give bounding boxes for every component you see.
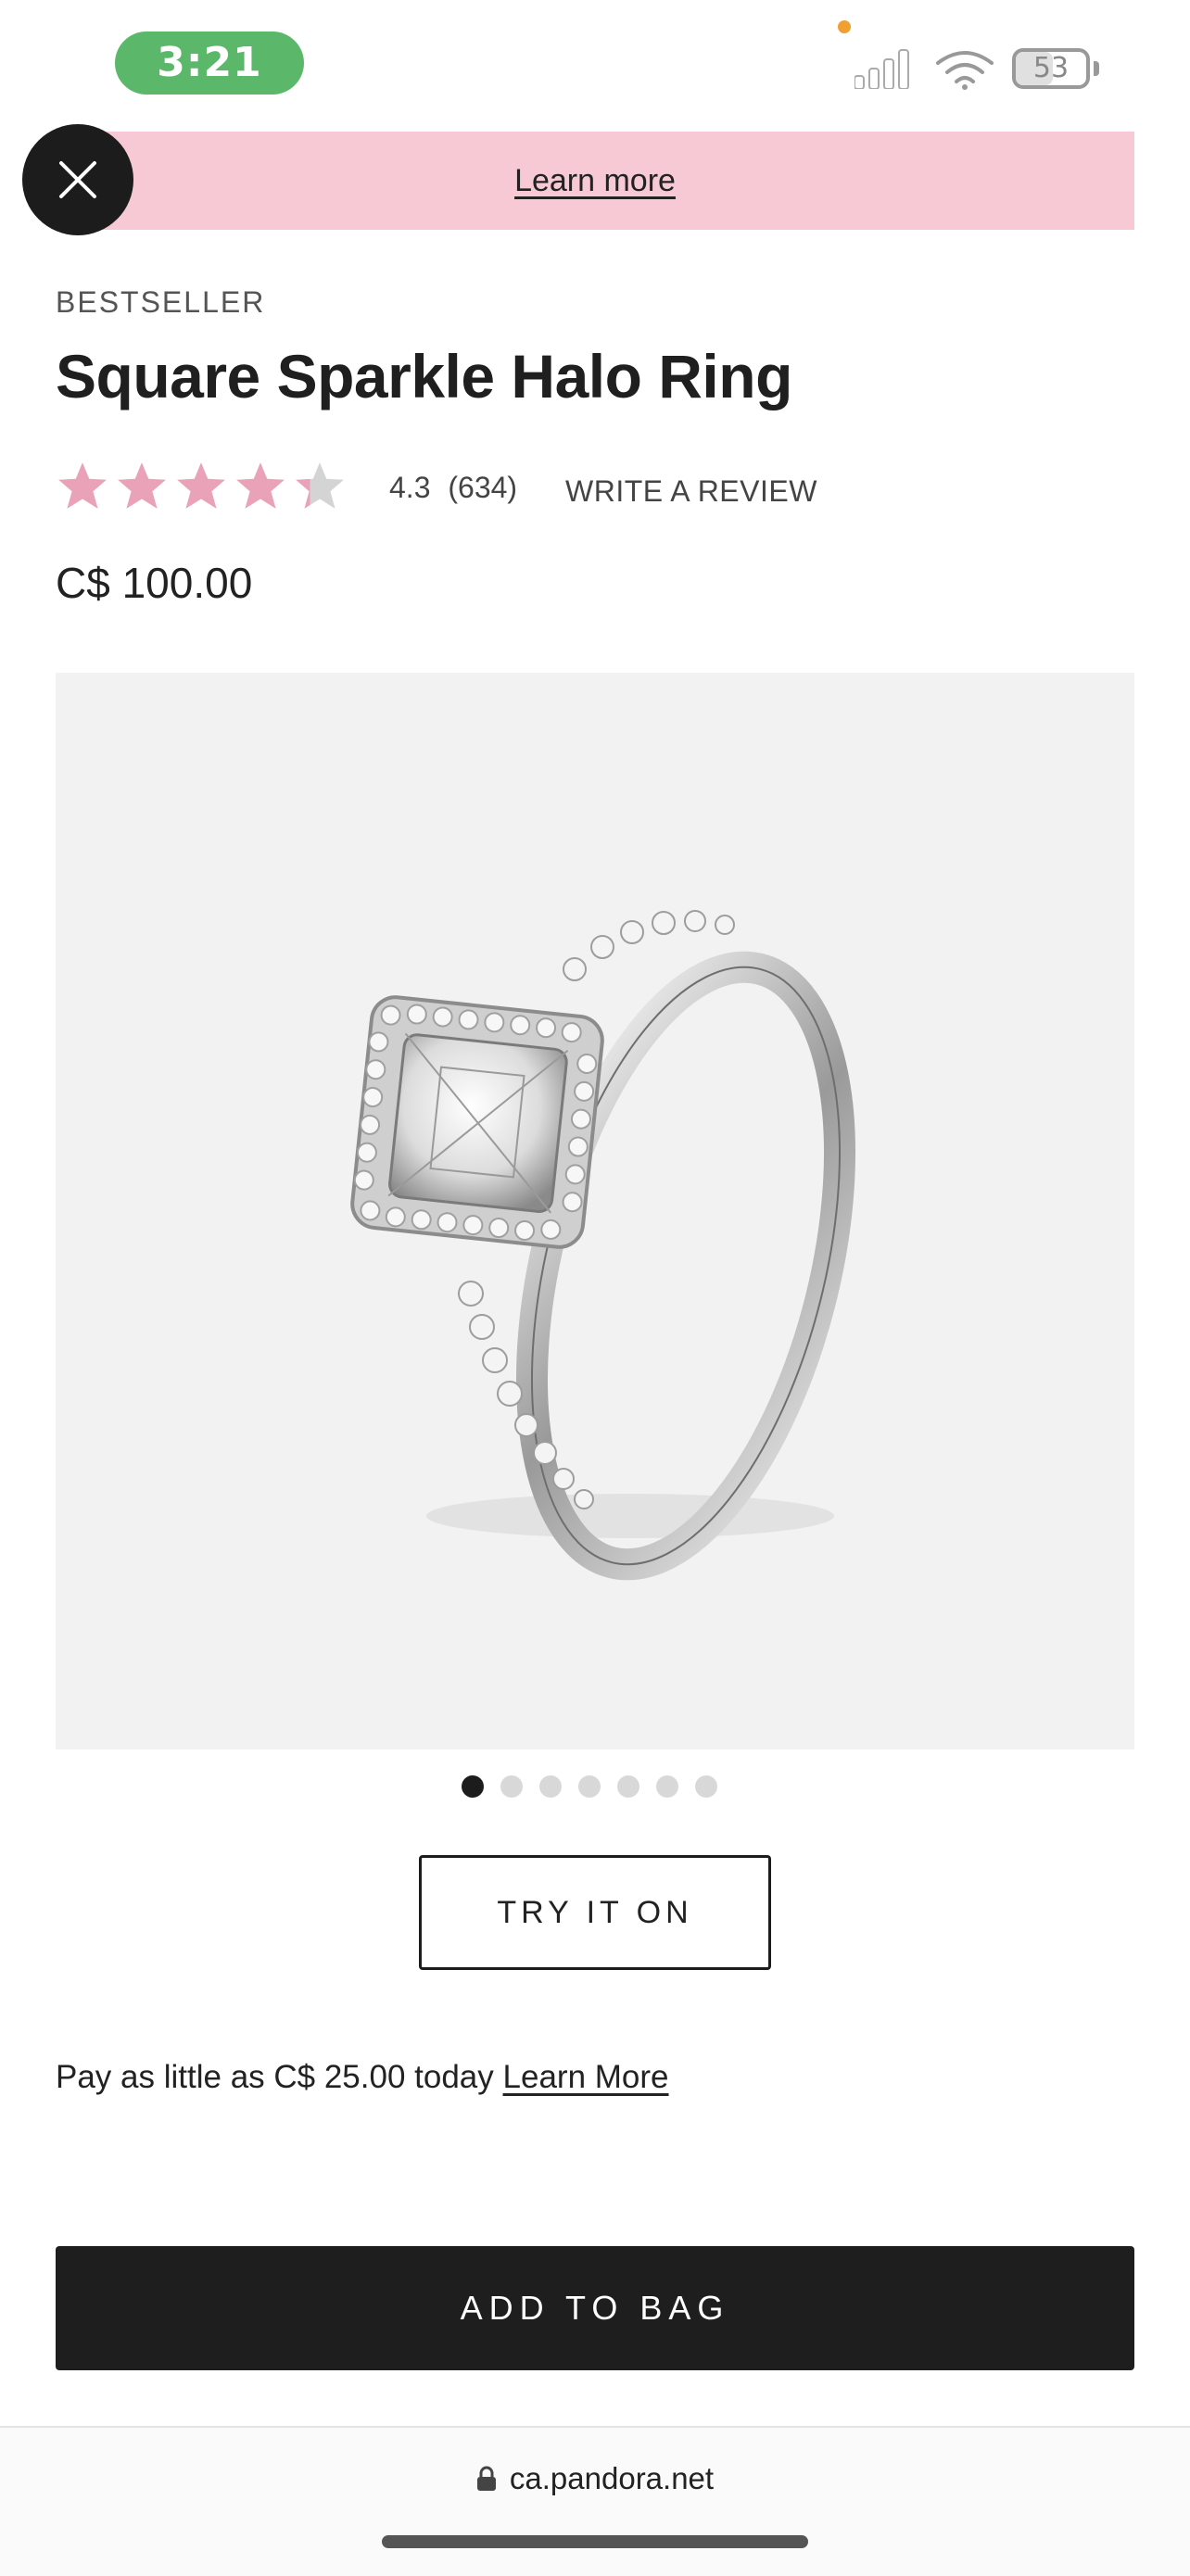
carousel-dot[interactable] [500, 1775, 523, 1798]
home-indicator[interactable] [382, 2535, 808, 2548]
installment-info: Pay as little as C$ 25.00 today Learn Mo… [56, 2059, 669, 2096]
rating-stars[interactable] [56, 460, 352, 511]
battery-tip [1094, 61, 1099, 76]
browser-bottom-bar [0, 2426, 1190, 2576]
star-icon [296, 462, 344, 509]
privacy-indicator [838, 20, 851, 33]
carousel-pagination[interactable] [0, 1775, 1190, 1798]
try-it-on-button[interactable]: TRY IT ON [419, 1855, 771, 1970]
close-button[interactable] [22, 124, 133, 235]
bestseller-badge: BESTSELLER [56, 285, 266, 319]
carousel-dot[interactable] [694, 1775, 717, 1798]
product-title: Square Sparkle Halo Ring [56, 342, 792, 410]
carousel-dot[interactable] [461, 1775, 484, 1798]
star-icon [58, 462, 107, 509]
cellular-signal-icon [855, 49, 909, 89]
lock-icon [476, 2466, 496, 2491]
write-review-link[interactable]: WRITE A REVIEW [565, 474, 817, 509]
promo-banner: Learn more [56, 132, 1134, 230]
rating-summary[interactable]: 4.3 (634) [389, 471, 517, 505]
carousel-dot[interactable] [577, 1775, 601, 1798]
carousel-dot[interactable] [616, 1775, 639, 1798]
star-icon [177, 462, 225, 509]
installment-learn-more-link[interactable]: Learn More [503, 2059, 669, 2095]
close-icon [59, 161, 96, 198]
carousel-dot[interactable] [538, 1775, 562, 1798]
review-count: (634) [448, 471, 518, 504]
add-to-bag-button[interactable]: ADD TO BAG [56, 2246, 1134, 2370]
installment-text: Pay as little as C$ 25.00 today [56, 2059, 494, 2095]
wifi-icon [936, 51, 994, 90]
battery-icon: 53 [1012, 48, 1090, 89]
carousel-dot[interactable] [655, 1775, 678, 1798]
star-icon [236, 462, 285, 509]
ring-image [350, 910, 856, 1581]
product-price: C$ 100.00 [56, 559, 253, 607]
status-time: 3:21 [115, 32, 304, 95]
star-icon [118, 462, 166, 509]
address-bar[interactable]: ca.pandora.net [0, 2461, 1190, 2499]
battery-percent: 53 [1032, 52, 1070, 84]
banner-learn-more-link[interactable]: Learn more [56, 132, 1134, 230]
url-text: ca.pandora.net [509, 2461, 715, 2495]
product-image-carousel[interactable] [56, 673, 1134, 1749]
rating-value: 4.3 [389, 471, 431, 504]
status-bar: 3:21 53 [0, 0, 1190, 120]
